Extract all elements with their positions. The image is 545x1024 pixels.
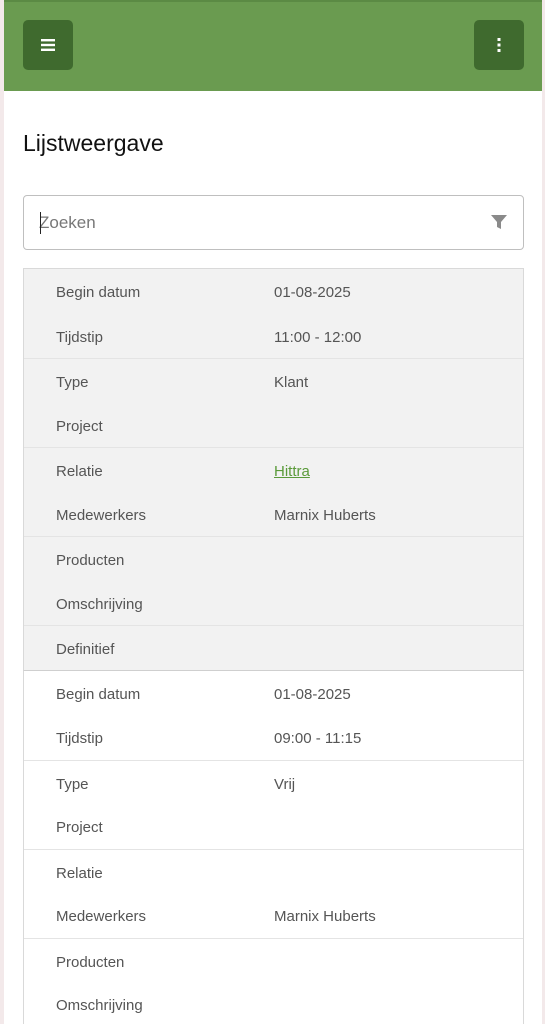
more-options-button[interactable] xyxy=(474,20,524,70)
record-row: Medewerkers Marnix Huberts xyxy=(24,492,523,537)
field-value: 09:00 - 11:15 xyxy=(274,730,362,747)
record-row: Tijdstip 11:00 - 12:00 xyxy=(24,314,523,359)
filter-icon[interactable] xyxy=(491,215,507,230)
field-label: Definitief xyxy=(56,641,115,658)
record-row: Omschrijving xyxy=(24,982,523,1024)
record-row: Omschrijving xyxy=(24,581,523,626)
record-row: Relatie xyxy=(24,848,523,894)
record-row: Begin datum 01-08-2025 xyxy=(24,269,523,314)
record-row: Project xyxy=(24,804,523,849)
record-row: Medewerkers Marnix Huberts xyxy=(24,893,523,938)
record-row: Producten xyxy=(24,937,523,983)
field-label: Relatie xyxy=(56,463,103,480)
record-row: Relatie Hittra xyxy=(24,447,523,492)
field-label: Begin datum xyxy=(56,284,141,301)
field-value: 11:00 - 12:00 xyxy=(274,328,362,346)
record-row: Definitief xyxy=(24,625,523,670)
field-label: Relatie xyxy=(56,864,103,882)
record-row: Project xyxy=(24,403,523,448)
field-label: Medewerkers xyxy=(56,506,147,524)
record-row: Producten xyxy=(24,536,523,581)
field-value: Vrij xyxy=(274,775,296,793)
field-label: Producten xyxy=(56,953,125,971)
field-label: Type xyxy=(56,775,89,793)
field-label: Omschrijving xyxy=(56,997,143,1014)
search-input[interactable] xyxy=(39,208,469,238)
record-card[interactable]: Begin datum 01-08-2025 Tijdstip 11:00 - 12:… xyxy=(23,268,524,670)
field-label: Project xyxy=(56,417,103,435)
field-value: 01-08-2025 xyxy=(274,685,351,703)
field-label: Project xyxy=(56,819,103,836)
field-label: Tijdstip xyxy=(56,328,103,346)
field-label: Tijdstip xyxy=(56,730,103,747)
relation-link[interactable]: Hittra xyxy=(274,463,310,480)
field-label: Begin datum xyxy=(56,685,141,703)
field-label: Omschrijving xyxy=(56,595,143,613)
field-value: 01-08-2025 xyxy=(274,284,351,301)
field-value: Marnix Huberts xyxy=(274,506,376,524)
vertical-dots-icon xyxy=(497,38,501,52)
field-label: Type xyxy=(56,374,89,391)
record-row: Type Klant xyxy=(24,358,523,403)
record-card[interactable]: Begin datum 01-08-2025 Tijdstip 09:00 - 11:… xyxy=(23,669,524,1024)
record-row: Type Vrij xyxy=(24,759,523,805)
top-navbar xyxy=(4,0,542,91)
hamburger-icon xyxy=(41,39,55,51)
field-value: Klant xyxy=(274,374,309,391)
menu-button[interactable] xyxy=(23,20,73,70)
record-list: Begin datum 01-08-2025 Tijdstip 11:00 - 12:… xyxy=(23,268,524,1024)
text-caret xyxy=(40,212,41,234)
search-box[interactable] xyxy=(23,195,524,250)
page: Lijstweergave Begin datum 01-08-2025 Tijds… xyxy=(4,0,542,1024)
record-row: Begin datum 01-08-2025 xyxy=(24,671,523,716)
record-row: Tijdstip 09:00 - 11:15 xyxy=(24,715,523,760)
page-title: Lijstweergave xyxy=(23,130,164,156)
field-label: Producten xyxy=(56,552,125,569)
field-value: Marnix Huberts xyxy=(274,908,376,925)
field-label: Medewerkers xyxy=(56,908,147,925)
